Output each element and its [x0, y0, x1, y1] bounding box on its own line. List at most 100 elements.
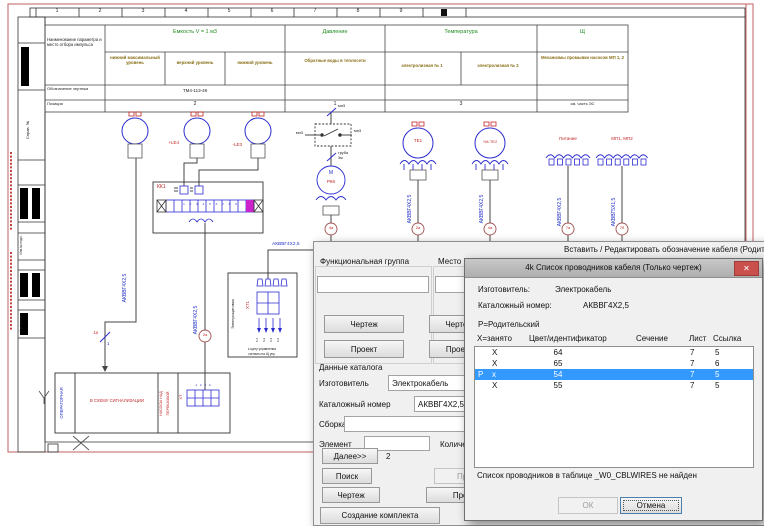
ruler-number: 9	[399, 8, 403, 14]
tag-truba-len: 3м	[338, 156, 343, 160]
cable-wire-list-dialog[interactable]: 4k Список проводников кабеля (Только чер…	[464, 258, 763, 521]
table-sub: электролизная № 2	[477, 63, 519, 68]
ruler-number: 2	[98, 8, 102, 14]
arrow-label: 6-3	[276, 337, 280, 343]
column-header: Х=занято	[477, 334, 512, 343]
ruler-number: 3	[141, 8, 145, 14]
frame-label: Инв.№ подл.	[19, 313, 23, 333]
ruler-number: 8	[356, 8, 360, 14]
table-position-value: 2	[193, 101, 197, 107]
tag-mp12: МП1, МП2	[611, 136, 633, 141]
tag-le4: +LE4	[168, 140, 179, 145]
assembly-label: Сборка	[319, 420, 347, 429]
tag-te1: ТЕ1	[413, 138, 423, 143]
cable-label: АКВВГ4Х2,5	[193, 305, 199, 335]
next-button[interactable]: Далее>>	[322, 448, 378, 464]
cable-label: АКВВГ5Х1,5	[611, 197, 617, 227]
cable-label: АКВВГ4Х2,5	[557, 197, 563, 227]
tag-le3: -LE3	[232, 142, 242, 147]
catalog-number-value: АКВВГ4Х2,5	[583, 301, 629, 310]
close-icon[interactable]: ✕	[734, 261, 759, 276]
table-designation-value: ТМ4-113-49	[182, 88, 208, 93]
table-param-header: Наименование параметра и место отбора им…	[47, 37, 102, 47]
table-sub: нижний уровень	[237, 60, 273, 65]
next-count-value: 2	[386, 452, 391, 461]
arrow-label: 6-1	[255, 337, 259, 343]
table-sub: нижний максимальный уровень	[110, 55, 160, 65]
arrow-label: 6-2	[262, 337, 266, 343]
tag-mp3: мп3	[354, 128, 362, 133]
table-sub: верхний уровень	[176, 60, 214, 65]
create-set-button[interactable]: Создание комплекта	[320, 507, 440, 524]
dialog-titlebar[interactable]: 4k Список проводников кабеля (Только чер…	[465, 259, 762, 278]
project-button[interactable]: Проект	[324, 340, 404, 358]
param-table-grid	[44, 24, 629, 113]
cancel-button[interactable]: Отмена	[620, 497, 682, 514]
table-row[interactable]: X 55 75	[475, 380, 753, 391]
ruler-black-mark	[441, 9, 447, 16]
tag-te2: +М-ТЕ2	[482, 139, 498, 144]
switchroom-terminals	[256, 278, 288, 328]
table-position-value: 1	[333, 101, 337, 107]
ruler-number: 6	[270, 8, 274, 14]
parent-note: Р=Родительский	[478, 320, 540, 329]
tag-mp3: мп3	[338, 103, 346, 108]
table-position-value: см. часть ЭС	[570, 101, 595, 106]
tag-truba: труба	[338, 151, 348, 155]
ruler-number: 5	[227, 8, 231, 14]
switchroom-arrowheads	[257, 328, 282, 333]
cable-label: АКВВГ4Х2,5	[122, 273, 128, 303]
to-panel-note: сигналы на Щ упр.	[248, 352, 276, 356]
functional-group-input[interactable]	[317, 276, 429, 293]
table-sub: Обратные воды в теплосети	[304, 58, 366, 63]
xt-terminal-numbers: 1 2 3 4	[195, 383, 211, 387]
switchroom-label: Электрощитовая	[231, 299, 235, 329]
dialog-title: Вставить / Редактировать обозначение каб…	[564, 245, 764, 254]
slash-number: 1	[107, 341, 110, 346]
table-sub: электролизная № 1	[401, 63, 443, 68]
wire-list[interactable]: X 64 75 X 65 76 Рx 54 75 X 55 75	[474, 346, 754, 468]
table-row[interactable]: X 64 75	[475, 347, 753, 358]
tag-power: Питание	[559, 136, 577, 141]
table-row-label: Позиция	[47, 101, 63, 106]
column-header: Цвет/идентификатор	[529, 334, 607, 343]
level-sensor-symbols	[121, 117, 272, 145]
ruler-number: 4	[184, 8, 188, 14]
catalog-number-label: Каталожный номер:	[478, 301, 552, 310]
table-sub: Механизмы промывки насосов МП 1, 2	[540, 55, 625, 60]
to-alarm-label: В СХЕМУ СИГНАЛИЗАЦИИ	[89, 398, 145, 403]
table-row[interactable]: X 65 76	[475, 358, 753, 369]
frame-label: Справ. №	[25, 120, 30, 140]
location-label: Место	[438, 257, 462, 266]
tag-mp3: мп3	[295, 130, 303, 135]
table-group-shield: Щ	[579, 29, 586, 35]
table-position-value: 3	[459, 101, 463, 107]
terminal-rects	[548, 158, 647, 166]
column-header: Ссылка	[713, 334, 742, 343]
balloon-label: 2а	[415, 225, 421, 230]
balloon-label: 2а	[202, 332, 208, 337]
balloon-label: 4а	[487, 225, 493, 230]
sensor-top-ticks	[128, 111, 497, 127]
balloon-label: 4а	[328, 225, 334, 230]
column-header: Лист	[689, 334, 707, 343]
ruler-number: 1	[55, 8, 59, 14]
manufacturer-value: Электрокабель	[555, 285, 612, 294]
xt-terminal-grid	[186, 389, 220, 407]
dialog-title: 4k Список проводников кабеля (Только чер…	[525, 263, 702, 272]
tag-kk1: КК1	[157, 184, 166, 190]
search-button[interactable]: Поиск	[322, 468, 372, 484]
dialog-titlebar[interactable]: Вставить / Редактировать обозначение каб…	[314, 242, 764, 258]
table-group-temperature: Температура	[444, 29, 478, 35]
cable-label: АКВВГ4Х2,5	[407, 194, 413, 224]
drawing-button[interactable]: Чертеж	[324, 315, 404, 333]
table-row-selected[interactable]: Рx 54 75	[475, 369, 753, 380]
slash-label: 1а	[93, 330, 98, 335]
manufacturer-label: Изготовитель	[319, 379, 369, 388]
drawing-button-3[interactable]: Чертеж	[322, 487, 380, 503]
functional-group-label: Функциональная группа	[320, 257, 410, 266]
catalog-data-label: Данные каталога	[319, 363, 383, 372]
operator-room-label: ОПЕРАТОРНАЯ	[59, 387, 64, 419]
cable-label: АКВВГ4Х2,5	[479, 194, 485, 224]
balloon-label: 7б	[619, 225, 625, 230]
